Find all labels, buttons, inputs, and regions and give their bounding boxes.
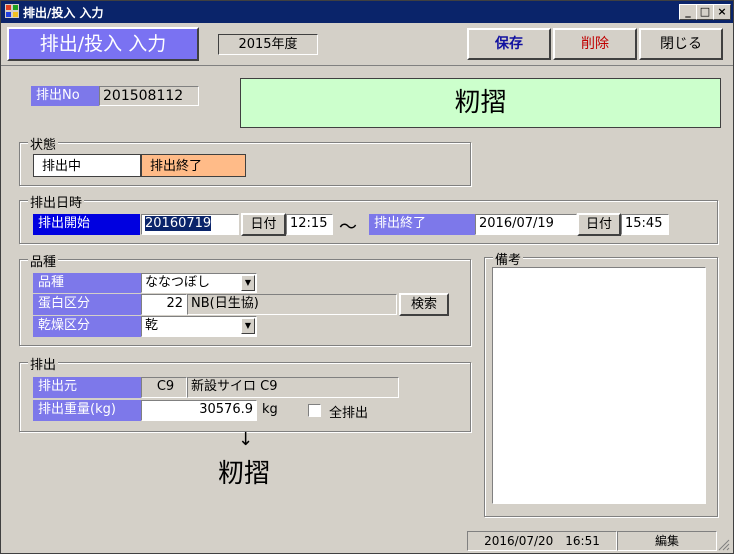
state-finished[interactable]: 排出終了 [141, 154, 246, 177]
destination-label: 籾摺 [218, 459, 271, 489]
protein-label: 蛋白区分 [33, 294, 141, 315]
state-group-title: 状態 [28, 134, 59, 153]
discharge-group-title: 排出 [28, 354, 59, 373]
protein-name: NB(日生協) [187, 294, 397, 315]
dry-select[interactable]: 乾 ▼ [141, 316, 257, 337]
variety-group-title: 品種 [28, 251, 59, 270]
start-date-input[interactable]: 20160719 [141, 214, 239, 235]
end-date-button[interactable]: 日付 [577, 213, 621, 236]
variety-select[interactable]: ななつぼし ▼ [141, 273, 257, 293]
status-mode: 編集 [617, 531, 717, 551]
flow-arrow: ↓ [238, 429, 254, 450]
save-button[interactable]: 保存 [467, 28, 551, 60]
all-discharge-checkbox[interactable] [308, 404, 321, 417]
window-title: 排出/投入 入力 [23, 6, 104, 20]
source-label: 排出元 [33, 377, 141, 398]
start-date-value: 20160719 [145, 216, 212, 231]
start-date-button[interactable]: 日付 [241, 213, 286, 236]
minimize-icon: _ [685, 5, 691, 18]
delete-button[interactable]: 削除 [553, 28, 637, 60]
resize-grip-icon[interactable] [718, 539, 730, 551]
maximize-icon: □ [699, 5, 711, 18]
start-label: 排出開始 [33, 214, 140, 235]
mode-label: 排出/投入 入力 [7, 27, 199, 61]
weight-unit: kg [262, 402, 278, 417]
status-bar: 2016/07/20 16:51 編集 [1, 529, 733, 553]
search-button[interactable]: 検索 [399, 293, 449, 316]
source-code: C9 [141, 377, 187, 398]
end-label: 排出終了 [369, 214, 475, 235]
range-tilde: ～ [339, 217, 357, 238]
discharge-no-field: 201508112 [99, 86, 199, 106]
status-datetime: 2016/07/20 16:51 [467, 531, 617, 551]
variety-value: ななつぼし [145, 275, 211, 290]
remarks-textarea[interactable] [492, 267, 706, 504]
weight-input[interactable]: 30576.9 [141, 400, 257, 421]
end-date-input[interactable]: 2016/07/19 [475, 214, 577, 235]
weight-label: 排出重量(kg) [33, 400, 141, 421]
source-name: 新設サイロ C9 [187, 377, 399, 398]
app-icon [5, 4, 19, 18]
toolbar: 排出/投入 入力 2015年度 保存 削除 閉じる [1, 23, 733, 66]
discharge-no-label: 排出No [31, 86, 99, 106]
minimize-button[interactable]: _ [679, 4, 697, 20]
chevron-down-icon[interactable]: ▼ [241, 318, 255, 334]
variety-label: 品種 [33, 273, 141, 293]
title-bar: 排出/投入 入力 _ □ × [1, 1, 733, 23]
datetime-group-title: 排出日時 [28, 192, 85, 211]
all-discharge-label: 全排出 [329, 406, 369, 421]
maximize-button[interactable]: □ [696, 4, 714, 20]
fiscal-year: 2015年度 [218, 34, 318, 55]
end-time-input[interactable]: 15:45 [621, 214, 669, 235]
start-time-input[interactable]: 12:15 [286, 214, 333, 235]
chevron-down-icon[interactable]: ▼ [241, 275, 255, 291]
protein-code-input[interactable]: 22 [141, 294, 187, 315]
close-button[interactable]: 閉じる [639, 28, 723, 60]
dry-label: 乾燥区分 [33, 316, 141, 337]
remarks-group-title: 備考 [493, 249, 524, 268]
dry-value: 乾 [145, 318, 159, 333]
process-banner: 籾摺 [240, 78, 721, 128]
state-discharging[interactable]: 排出中 [33, 154, 141, 177]
app-window: 排出/投入 入力 _ □ × 排出/投入 入力 2015年度 保存 削除 閉じる… [0, 0, 734, 554]
close-icon: × [717, 5, 727, 18]
close-window-button[interactable]: × [713, 4, 731, 20]
